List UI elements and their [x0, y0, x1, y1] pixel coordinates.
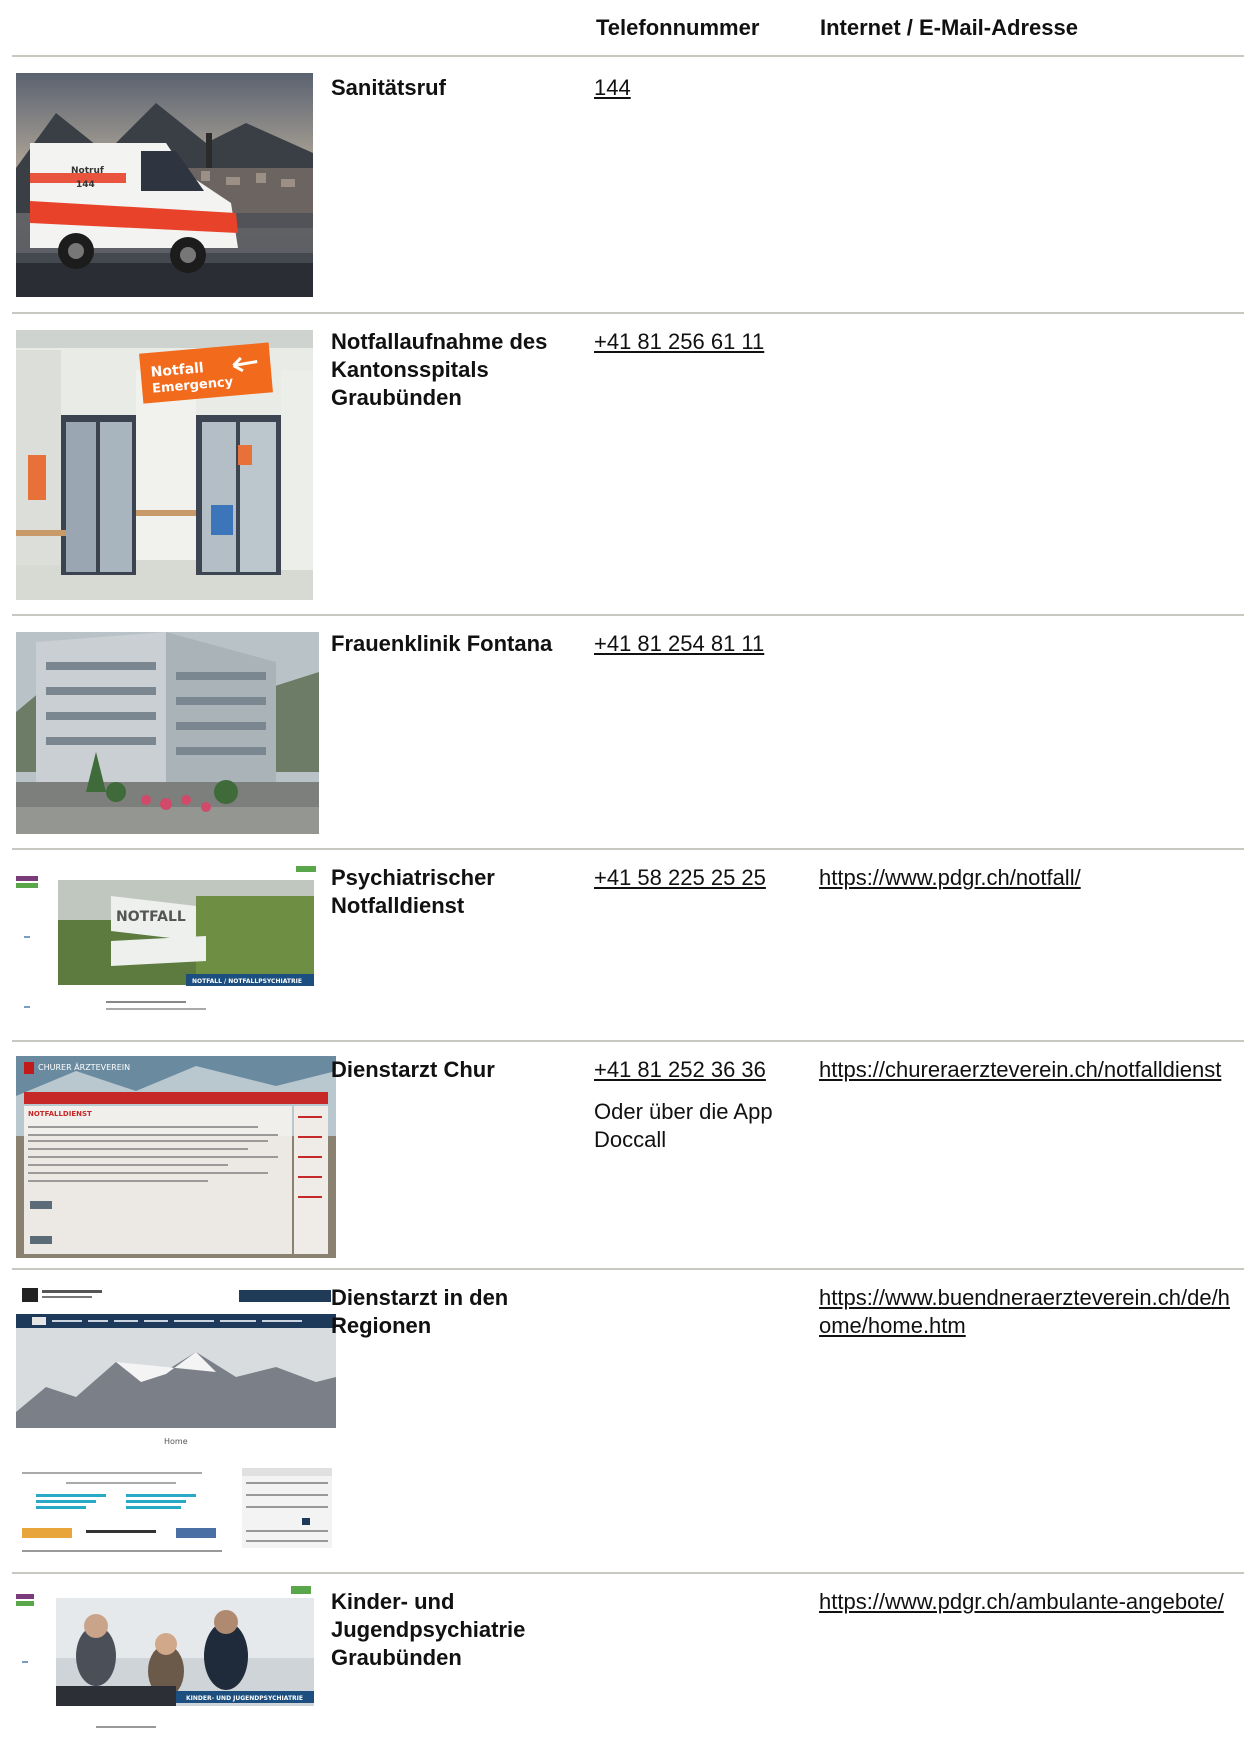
column-header-phone: Telefonnummer: [596, 15, 760, 40]
phone-link[interactable]: 144: [594, 75, 631, 100]
table-header: Telefonnummer Internet / E-Mail-Adresse: [0, 0, 1252, 56]
service-name: Dienstarzt in den Regionen: [331, 1285, 509, 1338]
notfall-banner-text: NOTFALL / NOTFALLPSYCHIATRIE: [192, 978, 302, 985]
service-name: Sanitätsruf: [331, 75, 446, 100]
table-row: Home Dienstarzt in den Regionen https://…: [0, 1270, 1252, 1572]
doccall-note: Oder über die App Doccall: [594, 1099, 773, 1152]
table-row: Notfall Emergency Notfallaufnahme des Ka…: [0, 314, 1252, 614]
website-link[interactable]: https://www.buendneraerzteverein.ch/de/h…: [819, 1285, 1230, 1338]
frauenklinik-building-photo: [16, 632, 319, 834]
emergency-entrance-photo: Notfall Emergency: [16, 330, 313, 600]
table-row: Notruf 144 Sanitätsruf 144: [0, 60, 1252, 312]
ambulance-photo: Notruf 144: [16, 73, 313, 297]
table-row: CHURER ÄRZTEVEREIN NOTFALLDIENST Diensta…: [0, 1042, 1252, 1268]
churer-logo-text: CHURER ÄRZTEVEREIN: [38, 1062, 130, 1072]
service-name: Psychiatrischer Notfalldienst: [331, 865, 495, 918]
ambulance-text-line1: Notruf: [71, 166, 104, 176]
kjp-banner-text: KINDER- UND JUGENDPSYCHIATRIE: [186, 1695, 303, 1702]
service-name: Notfallaufnahme des Kantonsspitals Graub…: [331, 329, 548, 410]
pdgr-notfall-screenshot: NOTFALL NOTFALL / NOTFALLPSYCHIATRIE: [16, 866, 329, 1030]
table-row: NOTFALL NOTFALL / NOTFALLPSYCHIATRIE Psy…: [0, 850, 1252, 1040]
ambulance-text-line2: 144: [76, 180, 95, 190]
service-name: Kinder- und Jugendpsychiatrie Graubünden: [331, 1589, 526, 1670]
pdgr-kjp-screenshot: KINDER- UND JUGENDPSYCHIATRIE: [16, 1586, 329, 1744]
phone-link[interactable]: +41 81 256 61 11: [594, 329, 764, 354]
notfall-sign-text: NOTFALL: [116, 909, 186, 925]
churer-heading-text: NOTFALLDIENST: [28, 1110, 92, 1118]
website-link[interactable]: https://chureraerzteverein.ch/notfalldie…: [819, 1057, 1221, 1082]
regions-home-text: Home: [164, 1437, 188, 1446]
phone-link[interactable]: +41 81 254 81 11: [594, 631, 764, 656]
column-header-web: Internet / E-Mail-Adresse: [820, 15, 1078, 40]
phone-link[interactable]: +41 81 252 36 36: [594, 1057, 766, 1082]
table-row: KINDER- UND JUGENDPSYCHIATRIE Kinder- un…: [0, 1574, 1252, 1744]
table-row: Frauenklinik Fontana +41 81 254 81 11: [0, 616, 1252, 848]
service-name: Frauenklinik Fontana: [331, 631, 553, 656]
website-link[interactable]: https://www.pdgr.ch/notfall/: [819, 865, 1081, 890]
website-link[interactable]: https://www.pdgr.ch/ambulante-angebote/: [819, 1589, 1224, 1614]
divider: [12, 55, 1244, 57]
phone-link[interactable]: +41 58 225 25 25: [594, 865, 766, 890]
churer-aerzteverein-screenshot: CHURER ÄRZTEVEREIN NOTFALLDIENST: [16, 1056, 336, 1258]
service-name: Dienstarzt Chur: [331, 1057, 495, 1082]
buendner-aerzteverein-screenshot: Home: [16, 1282, 336, 1562]
